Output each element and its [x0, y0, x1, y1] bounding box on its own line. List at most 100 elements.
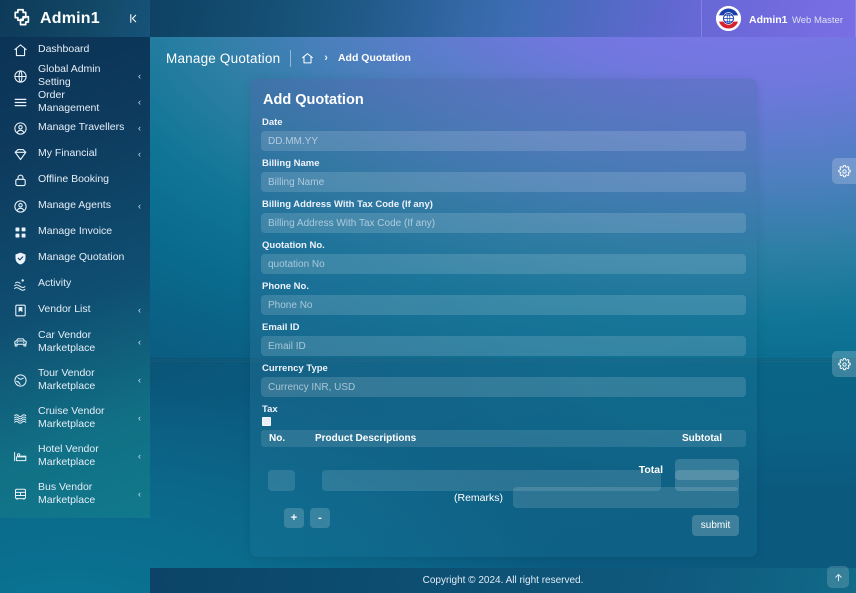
- user-circle-icon: [12, 120, 28, 136]
- sidebar-item-manage-quotation[interactable]: Manage Quotation: [0, 245, 150, 271]
- collapse-left-icon[interactable]: [127, 12, 140, 25]
- top-bar-right: Admin1 Web Master: [150, 0, 856, 37]
- chevron-left-icon: ‹: [138, 149, 141, 159]
- sidebar-item-vendor-list[interactable]: Vendor List ‹: [0, 297, 150, 323]
- chevron-left-icon: ‹: [138, 97, 141, 107]
- home-icon[interactable]: [301, 52, 314, 65]
- date-input[interactable]: [261, 131, 746, 151]
- chevron-right-icon: ›: [324, 52, 328, 64]
- sidebar: Dashboard Global Admin Setting ‹ Order M…: [0, 37, 150, 518]
- sidebar-item-label: Dashboard: [38, 43, 90, 56]
- column-header-description: Product Descriptions: [315, 433, 417, 444]
- menu-lines-icon: [12, 94, 28, 110]
- label-billing-name: Billing Name: [262, 158, 320, 169]
- remarks-label: (Remarks): [454, 491, 503, 504]
- quotation-no-input[interactable]: [261, 254, 746, 274]
- sidebar-item-my-financial[interactable]: My Financial ‹: [0, 141, 150, 167]
- tax-checkbox[interactable]: [262, 417, 271, 426]
- total-input[interactable]: [675, 459, 739, 480]
- settings-panel-toggle-top[interactable]: [832, 158, 856, 184]
- phone-no-input[interactable]: [261, 295, 746, 315]
- sidebar-item-offline-booking[interactable]: Offline Booking: [0, 167, 150, 193]
- gear-icon: [837, 164, 851, 178]
- sidebar-item-hotel-vendor-marketplace[interactable]: Hotel Vendor Marketplace ‹: [0, 437, 150, 475]
- sidebar-item-label: My Financial: [38, 147, 97, 160]
- sidebar-item-label: Manage Quotation: [38, 251, 125, 264]
- column-header-subtotal: Subtotal: [682, 433, 722, 444]
- scroll-to-top-button[interactable]: [827, 566, 849, 588]
- globe-icon: [12, 68, 28, 84]
- footer-copyright: Copyright © 2024. All right reserved.: [422, 575, 584, 586]
- sidebar-item-tour-vendor-marketplace[interactable]: Tour Vendor Marketplace ‹: [0, 361, 150, 399]
- email-id-input[interactable]: [261, 336, 746, 356]
- arrow-up-icon: [833, 572, 844, 583]
- bed-icon: [12, 448, 28, 464]
- row-controls: + -: [284, 508, 746, 528]
- label-quotation-no: Quotation No.: [262, 240, 325, 251]
- label-billing-address: Billing Address With Tax Code (If any): [262, 199, 433, 210]
- sidebar-item-label: Hotel Vendor Marketplace: [38, 442, 99, 468]
- breadcrumb-current[interactable]: Add Quotation: [338, 52, 411, 64]
- grid-squares-icon: [12, 224, 28, 240]
- remove-row-button[interactable]: -: [310, 508, 330, 528]
- sidebar-item-manage-invoice[interactable]: Manage Invoice: [0, 219, 150, 245]
- chevron-left-icon: ‹: [138, 489, 141, 499]
- column-header-no: No.: [269, 433, 286, 444]
- sidebar-item-activity[interactable]: Activity: [0, 271, 150, 297]
- brand-area[interactable]: Admin1: [0, 0, 150, 37]
- activity-waves-icon: [12, 276, 28, 292]
- sidebar-item-car-vendor-marketplace[interactable]: Car Vendor Marketplace ‹: [0, 323, 150, 361]
- label-date: Date: [262, 117, 283, 128]
- remarks-row: (Remarks): [454, 487, 739, 508]
- sidebar-item-label: Manage Invoice: [38, 225, 113, 238]
- home-icon: [12, 42, 28, 58]
- shield-icon: [12, 250, 28, 266]
- sidebar-item-label: Bus Vendor Marketplace: [38, 480, 96, 506]
- products-table-header: No. Product Descriptions Subtotal: [261, 430, 746, 447]
- brand-title: Admin1: [40, 9, 100, 27]
- remarks-input[interactable]: [513, 487, 739, 508]
- label-currency-type: Currency Type: [262, 363, 328, 374]
- chevron-left-icon: ‹: [138, 305, 141, 315]
- gear-icon: [837, 357, 851, 371]
- sidebar-item-order-management[interactable]: Order Management ‹: [0, 89, 150, 115]
- sidebar-item-dashboard[interactable]: Dashboard: [0, 37, 150, 63]
- chevron-left-icon: ‹: [138, 71, 141, 81]
- chevron-left-icon: ‹: [138, 337, 141, 347]
- sidebar-item-manage-agents[interactable]: Manage Agents ‹: [0, 193, 150, 219]
- settings-panel-toggle-bottom[interactable]: [832, 351, 856, 377]
- currency-type-input[interactable]: [261, 377, 746, 397]
- billing-name-input[interactable]: [261, 172, 746, 192]
- top-bar: Admin1 Admin1 Web Master: [0, 0, 856, 37]
- label-tax: Tax: [262, 404, 278, 415]
- sidebar-item-bus-vendor-marketplace[interactable]: Bus Vendor Marketplace ‹: [0, 475, 150, 513]
- submit-button[interactable]: submit: [692, 515, 739, 536]
- sidebar-item-label: Offline Booking: [38, 173, 110, 186]
- sidebar-item-global-admin-setting[interactable]: Global Admin Setting ‹: [0, 63, 150, 89]
- add-row-button[interactable]: +: [284, 508, 304, 528]
- sidebar-item-manage-travellers[interactable]: Manage Travellers ‹: [0, 115, 150, 141]
- user-meta: Admin1 Web Master: [749, 10, 843, 28]
- bus-icon: [12, 486, 28, 502]
- user-name: Admin1: [748, 13, 788, 26]
- add-quotation-card: Add Quotation Date Billing Name Billing …: [250, 79, 757, 557]
- sidebar-item-cruise-vendor-marketplace[interactable]: Cruise Vendor Marketplace ‹: [0, 399, 150, 437]
- app-root: Admin1 Admin1 Web Master Dashboard Globa…: [0, 0, 856, 593]
- bookmark-icon: [12, 302, 28, 318]
- chevron-left-icon: ‹: [138, 413, 141, 423]
- chevron-left-icon: ‹: [138, 451, 141, 461]
- chevron-left-icon: ‹: [138, 201, 141, 211]
- sidebar-item-label: Tour Vendor Marketplace: [38, 366, 96, 392]
- user-circle-icon: [12, 198, 28, 214]
- lock-icon: [12, 172, 28, 188]
- hospital-cross-icon: [10, 8, 31, 29]
- total-row: Total: [639, 459, 739, 480]
- globe-swoosh-avatar: [715, 6, 741, 31]
- billing-address-input[interactable]: [261, 213, 746, 233]
- sidebar-item-label: Cruise Vendor Marketplace: [38, 404, 105, 430]
- row-no-input[interactable]: [268, 470, 295, 491]
- car-icon: [12, 334, 28, 350]
- sidebar-item-label: Global Admin Setting: [38, 62, 101, 88]
- user-menu[interactable]: Admin1 Web Master: [700, 0, 856, 37]
- card-title: Add Quotation: [263, 92, 364, 108]
